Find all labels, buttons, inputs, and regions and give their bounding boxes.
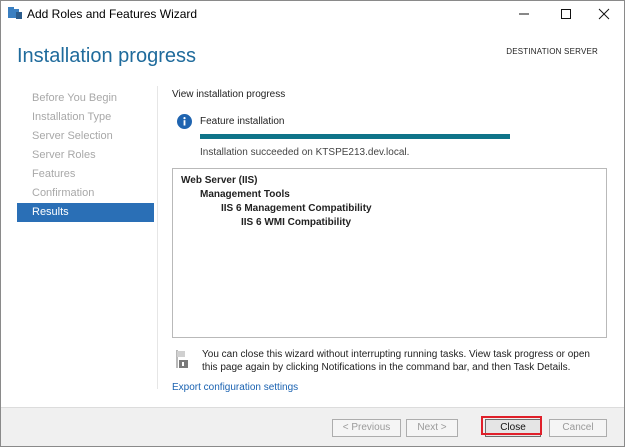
page-title: Installation progress: [17, 45, 196, 67]
minimize-button[interactable]: [504, 1, 544, 27]
destination-server-label: DESTINATION SERVER: [506, 47, 598, 56]
cancel-button[interactable]: Cancel: [549, 419, 607, 437]
results-list[interactable]: Web Server (IIS) Management Tools IIS 6 …: [172, 168, 607, 338]
progress-fill: [200, 134, 510, 139]
result-item-web-server: Web Server (IIS): [181, 175, 258, 186]
next-button[interactable]: Next >: [406, 419, 458, 437]
window-title: Add Roles and Features Wizard: [27, 7, 198, 21]
nav-item-features[interactable]: Features: [17, 165, 154, 184]
nav-item-installation-type[interactable]: Installation Type: [17, 108, 154, 127]
nav-item-before-you-begin[interactable]: Before You Begin: [17, 89, 154, 108]
export-configuration-link[interactable]: Export configuration settings: [172, 382, 298, 393]
wizard-app-icon: [7, 6, 23, 20]
close-button-highlight: [481, 416, 542, 435]
section-subtitle: View installation progress: [172, 89, 286, 100]
flag-note-icon: [175, 349, 189, 369]
nav-item-confirmation[interactable]: Confirmation: [17, 184, 154, 203]
minimize-icon: [519, 13, 529, 15]
nav-item-server-roles[interactable]: Server Roles: [17, 146, 154, 165]
title-bar: Add Roles and Features Wizard: [1, 1, 624, 27]
wizard-window: Add Roles and Features Wizard Installati…: [0, 0, 625, 447]
close-wizard-note: You can close this wizard without interr…: [202, 349, 590, 373]
close-icon: [598, 8, 610, 20]
installation-progress-bar: [200, 134, 510, 139]
info-icon: [177, 114, 192, 129]
result-item-iis6-management: IIS 6 Management Compatibility: [221, 203, 372, 214]
wizard-nav: Before You Begin Installation Type Serve…: [17, 89, 154, 222]
nav-item-server-selection[interactable]: Server Selection: [17, 127, 154, 146]
feature-installation-label: Feature installation: [200, 116, 285, 127]
maximize-icon: [561, 9, 571, 19]
result-item-iis6-wmi: IIS 6 WMI Compatibility: [241, 217, 352, 228]
nav-divider: [157, 86, 158, 389]
maximize-button[interactable]: [546, 1, 586, 27]
result-item-management-tools: Management Tools: [200, 189, 290, 200]
installation-status: Installation succeeded on KTSPE213.dev.l…: [200, 147, 410, 158]
nav-item-results[interactable]: Results: [17, 203, 154, 222]
previous-button[interactable]: < Previous: [332, 419, 401, 437]
close-window-button[interactable]: [584, 1, 624, 27]
